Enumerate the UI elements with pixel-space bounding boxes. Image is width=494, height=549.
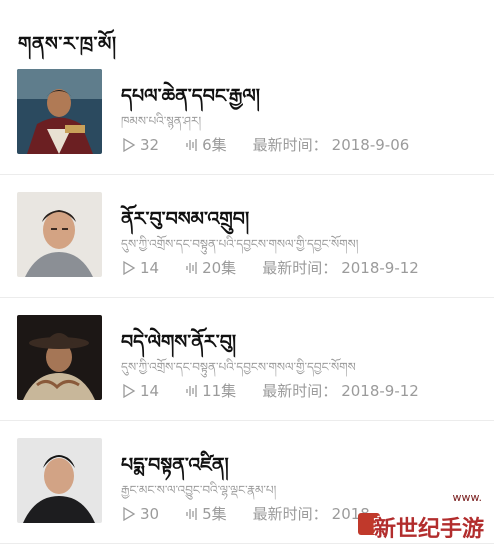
watermark-site: www.: [452, 491, 482, 504]
list-item[interactable]: བདེ་ལེགས་ནོར་བུ། དུས་ཀྱི་འགྲོས་དང་བསྟུན་…: [0, 298, 494, 421]
album-list: དཔལ་ཆེན་དབང་རྒྱལ། ཁམས་པའི་སྙན་ཤར། 32 6集 …: [0, 52, 494, 544]
play-icon: [123, 137, 136, 152]
list-item[interactable]: ནོར་བུ་བསམ་འགྲུབ། དུས་ཀྱི་འགྲོས་དང་བསྟུན…: [0, 175, 494, 298]
album-cover[interactable]: [17, 315, 102, 400]
latest-time-label: 最新时间：: [252, 505, 328, 523]
episode-count-value: 20集: [202, 259, 237, 277]
album-meta: 14 11集 最新时间： 2018-9-12: [121, 380, 419, 401]
episode-count: 20集: [185, 257, 236, 278]
play-count-value: 30: [140, 504, 160, 523]
play-count: 14: [121, 259, 159, 277]
play-count: 14: [121, 382, 159, 400]
album-meta: 14 20集 最新时间： 2018-9-12: [121, 257, 419, 278]
episode-count-value: 11集: [202, 382, 237, 400]
latest-time-value: 2018-9-06: [331, 135, 410, 154]
play-count: 30: [121, 505, 159, 523]
album-meta: 30 5集 最新时间： 2018-: [121, 503, 375, 524]
watermark-text: 新世纪手游: [373, 516, 484, 542]
list-item[interactable]: དཔལ་ཆེན་དབང་རྒྱལ། ཁམས་པའི་སྙན་ཤར། 32 6集 …: [0, 52, 494, 175]
episode-count-value: 5集: [202, 505, 227, 523]
episode-count: 5集: [185, 503, 227, 524]
play-icon: [123, 260, 136, 275]
latest-time-label: 最新时间：: [262, 259, 338, 277]
latest-time-label: 最新时间：: [262, 382, 338, 400]
album-cover[interactable]: [17, 192, 102, 277]
album-meta: 32 6集 最新时间： 2018-9-06: [121, 134, 409, 155]
play-count-value: 14: [140, 258, 160, 277]
play-icon: [123, 383, 136, 398]
watermark-logo: www. 新世纪手游: [356, 489, 488, 545]
audio-wave-icon: [186, 261, 197, 274]
latest-time-value: 2018-9-12: [341, 258, 419, 277]
audio-wave-icon: [186, 507, 197, 520]
episode-count-value: 6集: [202, 136, 227, 154]
album-cover[interactable]: [17, 438, 102, 523]
audio-wave-icon: [186, 384, 197, 397]
play-icon: [123, 506, 136, 521]
play-count: 32: [121, 136, 159, 154]
latest-time-value: 2018-9-12: [341, 381, 419, 400]
episode-count: 11集: [185, 380, 236, 401]
play-count-value: 14: [140, 381, 160, 400]
latest-time-label: 最新时间：: [252, 136, 328, 154]
play-count-value: 32: [140, 135, 160, 154]
episode-count: 6集: [185, 134, 227, 155]
album-cover[interactable]: [17, 69, 102, 154]
audio-wave-icon: [186, 138, 197, 151]
